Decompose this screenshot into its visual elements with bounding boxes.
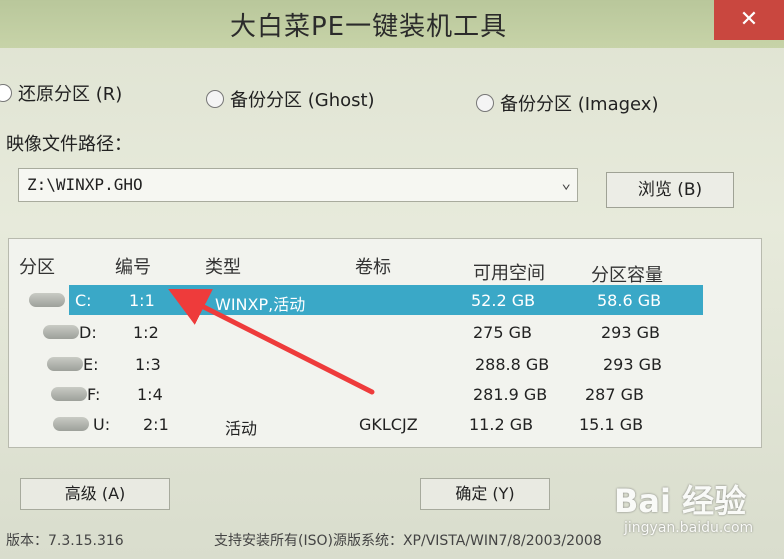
baidu-watermark: Bai 经验 jingyan.baidu.com [606, 476, 766, 552]
watermark-brand: Bai 经验 [614, 482, 747, 520]
installer-window: 大白菜PE一键装机工具 ✕ 还原分区 (R) 备份分区 (Ghost) 备份分区… [0, 0, 784, 559]
watermark-site: jingyan.baidu.com [624, 520, 754, 536]
